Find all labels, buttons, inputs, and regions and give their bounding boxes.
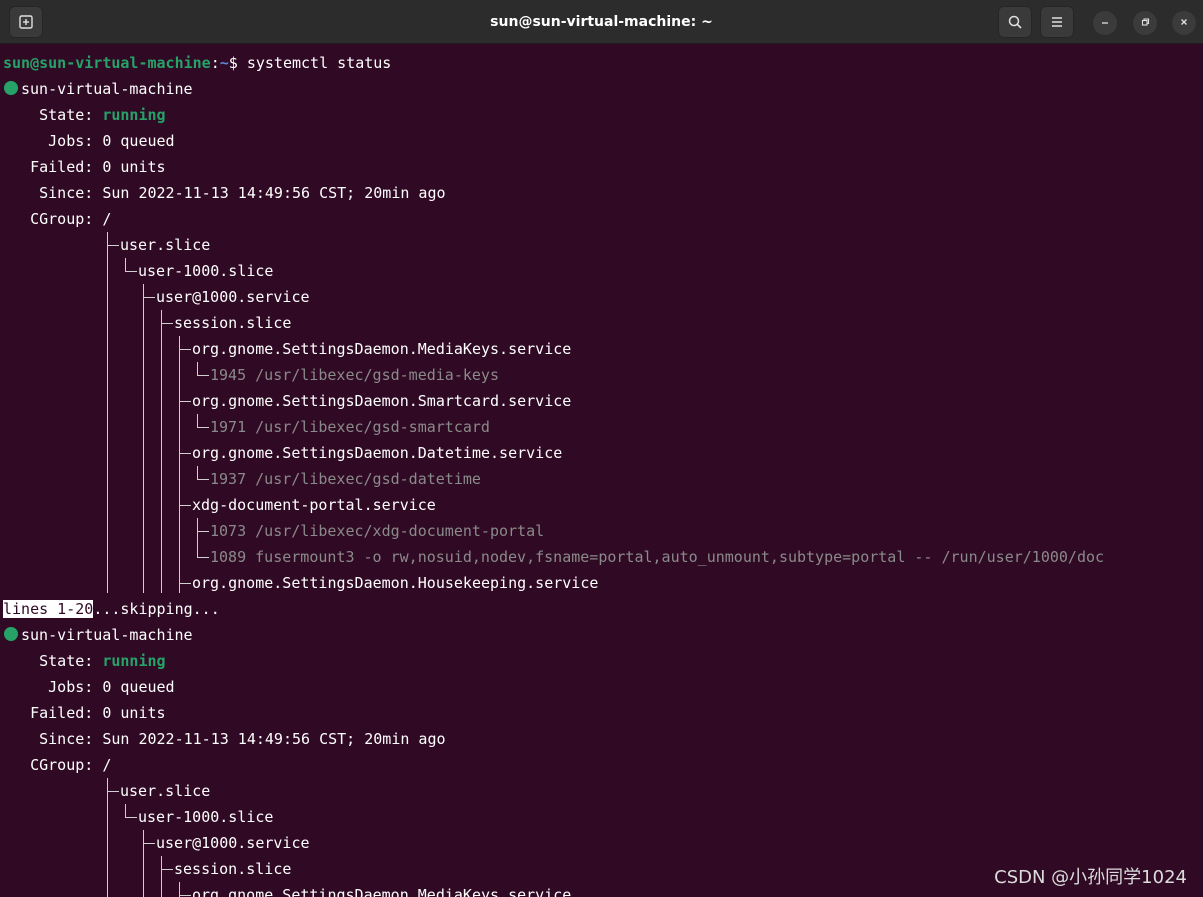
prompt-path: ~ [219,54,229,72]
tree-line [143,284,144,593]
tree-branch [107,791,119,792]
tree-session-slice: session.slice [174,860,292,878]
maximize-icon [1140,14,1150,32]
host-line: sun-virtual-machine [0,76,193,102]
tree-datetime-proc: 1937 /usr/libexec/gsd-datetime [210,470,481,488]
tree-branch [197,479,209,480]
tree-line [107,778,108,897]
jobs-line: Jobs: 0 queued [3,132,175,150]
minimize-button[interactable] [1093,11,1117,35]
tree-user-service: user@1000.service [156,288,310,306]
tree-branch [179,401,191,402]
tree-branch [179,583,191,584]
hamburger-menu-icon [1049,14,1065,30]
terminal-window: sun@sun-virtual-machine: ~ sun@sun-virtu… [0,0,1203,897]
tree-line [197,362,198,375]
tree-user-service: user@1000.service [156,834,310,852]
tree-line [197,414,198,427]
tree-branch [197,427,209,428]
new-tab-button[interactable] [9,6,43,38]
tree-branch [197,557,209,558]
cgroup-line: CGroup: / [3,756,112,774]
watermark: CSDN @小孙同学1024 [994,867,1187,888]
tree-user-1000-slice: user-1000.slice [138,262,274,280]
menu-button[interactable] [1040,6,1074,38]
tree-datetime-service: org.gnome.SettingsDaemon.Datetime.servic… [192,444,563,462]
tree-branch [107,245,119,246]
state-line: State: running [3,648,166,674]
failed-line: Failed: 0 units [3,704,166,722]
host-name: sun-virtual-machine [21,626,193,644]
tree-smartcard-proc: 1971 /usr/libexec/gsd-smartcard [210,418,490,436]
tree-xdg-proc-2: 1089 fusermount3 -o rw,nosuid,nodev,fsna… [210,548,1105,566]
pager-lines-indicator: lines 1-20 [3,600,94,618]
tree-smartcard-service: org.gnome.SettingsDaemon.Smartcard.servi… [192,392,572,410]
tree-xdg-proc-1: 1073 /usr/libexec/xdg-document-portal [210,522,545,540]
prompt-user-host: sun@sun-virtual-machine [3,54,211,72]
terminal-output[interactable]: sun@sun-virtual-machine:~$ systemctl sta… [0,45,1203,897]
jobs-line: Jobs: 0 queued [3,678,175,696]
since-line: Since: Sun 2022-11-13 14:49:56 CST; 20mi… [3,730,446,748]
tree-branch [143,843,155,844]
search-button[interactable] [998,6,1032,38]
tree-branch [179,453,191,454]
search-icon [1007,14,1023,30]
host-name: sun-virtual-machine [21,80,193,98]
tree-line [125,258,126,271]
tree-branch [179,895,191,896]
tree-xdg-service: xdg-document-portal.service [192,496,436,514]
state-label: State: [3,652,103,670]
cgroup-line: CGroup: / [3,210,112,228]
prompt-symbol: $ [228,54,247,72]
tree-branch [179,505,191,506]
since-line: Since: Sun 2022-11-13 14:49:56 CST; 20mi… [3,184,446,202]
close-button[interactable] [1172,11,1196,35]
prompt-separator: : [210,54,220,72]
minimize-icon [1100,14,1110,32]
tree-branch [125,271,137,272]
tree-mediakeys-proc: 1945 /usr/libexec/gsd-media-keys [210,366,499,384]
tree-branch [197,531,209,532]
tree-line [179,336,180,593]
state-line: State: running [3,102,166,128]
status-dot-icon [4,627,18,641]
state-value: running [102,652,166,670]
tree-line [143,830,144,897]
tree-branch [161,869,173,870]
tree-branch [179,349,191,350]
tree-line [161,856,162,897]
tree-mediakeys-service: org.gnome.SettingsDaemon.MediaKeys.servi… [192,340,572,358]
tree-branch [125,817,137,818]
prompt-line: sun@sun-virtual-machine:~$ systemctl sta… [3,50,391,76]
new-tab-icon [18,14,34,30]
tree-branch [161,323,173,324]
maximize-button[interactable] [1133,11,1157,35]
tree-line [197,466,198,479]
close-icon [1179,14,1189,32]
tree-branch [197,375,209,376]
tree-mediakeys-service: org.gnome.SettingsDaemon.MediaKeys.servi… [192,886,572,897]
tree-user-slice: user.slice [120,236,211,254]
failed-line: Failed: 0 units [3,158,166,176]
pager-skipping: ...skipping... [93,600,220,618]
prompt-command: systemctl status [246,54,392,72]
state-label: State: [3,106,103,124]
tree-branch [143,297,155,298]
tree-user-1000-slice: user-1000.slice [138,808,274,826]
tree-line [161,310,162,593]
pager-line: lines 1-20...skipping... [3,596,220,622]
state-value: running [102,106,166,124]
host-line: sun-virtual-machine [0,622,193,648]
title-bar: sun@sun-virtual-machine: ~ [0,0,1203,44]
tree-housekeeping-service: org.gnome.SettingsDaemon.Housekeeping.se… [192,574,599,592]
tree-line [107,232,108,593]
status-dot-icon [4,81,18,95]
tree-user-slice: user.slice [120,782,211,800]
tree-session-slice: session.slice [174,314,292,332]
tree-line [197,518,198,557]
tree-line [125,804,126,817]
